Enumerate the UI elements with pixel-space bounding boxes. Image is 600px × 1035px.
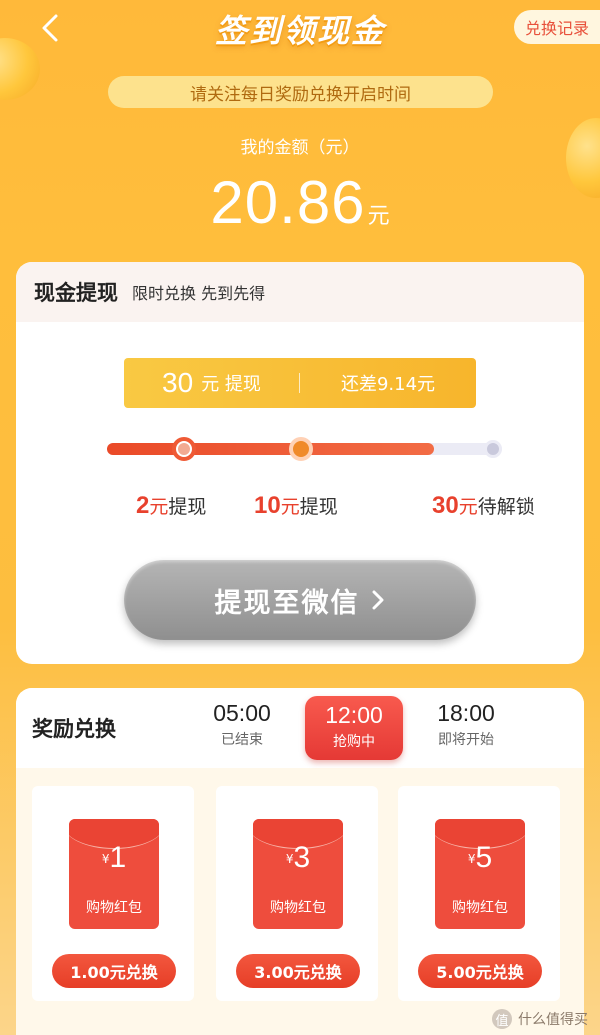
balance-label: 我的金额（元） (240, 138, 360, 158)
reward-card-header: 奖励兑换 05:00 已结束 12:00 抢购中 18:00 即将开始 (16, 688, 584, 768)
cash-card-title: 现金提现 (34, 281, 118, 305)
withdraw-to-wechat-button[interactable]: 提现至微信 (124, 560, 476, 640)
packet-amount: 1 (109, 841, 127, 874)
slot-status: 抢购中 (333, 734, 375, 750)
milestone-node-10 (289, 437, 313, 461)
slot-time: 12:00 (325, 702, 383, 728)
milestone-number: 2 (136, 492, 150, 519)
milestone-label-10: 10元提现 (254, 492, 338, 520)
page-title: 签到领现金 (214, 12, 385, 50)
packet-label: 购物红包 (452, 900, 508, 916)
watermark-text: 什么值得买 (518, 1012, 588, 1028)
notice-banner: 请关注每日奖励兑换开启时间 (108, 76, 493, 108)
packet-amount: 3 (293, 841, 311, 874)
target-amount: 30 元 提现 (124, 367, 299, 399)
cash-withdraw-card: 现金提现 限时兑换 先到先得 30 元 提现 还差9.14元 2元提现 10元提… (16, 262, 584, 664)
withdraw-target-tip: 30 元 提现 还差9.14元 (124, 358, 476, 408)
slot-status: 已结束 (221, 732, 263, 748)
packet-label: 购物红包 (270, 900, 326, 916)
red-packet-1: ¥1 购物红包 1.00元兑换 (32, 786, 194, 1001)
red-packet-5: ¥5 购物红包 5.00元兑换 (398, 786, 560, 1001)
milestone-unit: 元 (458, 496, 478, 518)
time-slot-0500[interactable]: 05:00 已结束 (192, 700, 292, 749)
cash-card-header: 现金提现 限时兑换 先到先得 (16, 262, 584, 322)
red-envelope-icon: ¥1 购物红包 (69, 819, 159, 929)
withdraw-button-label: 提现至微信 (214, 587, 360, 619)
exchange-button-3[interactable]: 3.00元兑换 (236, 954, 360, 988)
red-envelope-icon: ¥3 购物红包 (253, 819, 343, 929)
withdraw-progress-bar (107, 437, 502, 461)
milestone-node-2 (172, 437, 196, 461)
packet-value: ¥3 (253, 841, 343, 875)
milestone-label-2: 2元提现 (136, 492, 206, 520)
exchange-button-1[interactable]: 1.00元兑换 (52, 954, 176, 988)
reward-exchange-card: 奖励兑换 05:00 已结束 12:00 抢购中 18:00 即将开始 ¥1 购… (16, 688, 584, 1035)
packet-amount: 5 (475, 841, 493, 874)
milestone-unit: 元 (280, 496, 300, 518)
slot-time: 05:00 (213, 700, 271, 726)
milestone-text: 待解锁 (477, 496, 535, 518)
time-slot-1200[interactable]: 12:00 抢购中 (305, 696, 403, 760)
milestone-unit: 元 (149, 496, 169, 518)
red-packet-3: ¥3 购物红包 3.00元兑换 (216, 786, 378, 1001)
target-number: 30 (162, 367, 194, 398)
watermark: 值 什么值得买 (492, 1009, 588, 1029)
remaining-amount: 还差9.14元 (340, 374, 436, 395)
balance-unit: 元 (367, 204, 390, 229)
red-envelope-icon: ¥5 购物红包 (435, 819, 525, 929)
slot-time: 18:00 (437, 700, 495, 726)
chevron-right-icon (372, 590, 383, 610)
watermark-logo-icon: 值 (492, 1009, 512, 1029)
slot-status: 即将开始 (438, 732, 494, 748)
balance-value: 20.86 (210, 169, 366, 236)
milestone-number: 10 (254, 492, 281, 519)
packet-label: 购物红包 (86, 900, 142, 916)
exchange-button-5[interactable]: 5.00元兑换 (418, 954, 542, 988)
packet-value: ¥1 (69, 841, 159, 875)
exchange-history-button[interactable]: 兑换记录 (514, 10, 600, 44)
milestone-label-30: 30元待解锁 (432, 492, 535, 520)
target-text: 元 提现 (201, 374, 261, 395)
milestone-node-30 (484, 440, 502, 458)
balance-amount: 20.86元 (0, 168, 600, 237)
packet-value: ¥5 (435, 841, 525, 875)
milestone-text: 提现 (168, 496, 207, 518)
progress-fill (107, 443, 434, 455)
reward-card-title: 奖励兑换 (32, 717, 116, 741)
milestone-text: 提现 (299, 496, 338, 518)
milestone-number: 30 (432, 492, 459, 519)
time-slot-1800[interactable]: 18:00 即将开始 (416, 700, 516, 749)
cash-card-subtitle: 限时兑换 先到先得 (132, 284, 266, 303)
